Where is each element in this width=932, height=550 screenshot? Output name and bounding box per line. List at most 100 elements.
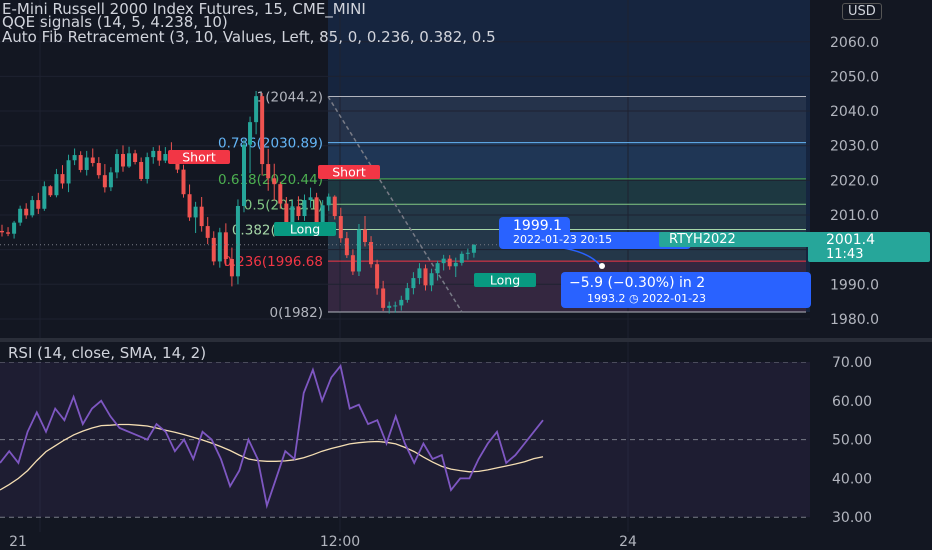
time-tick-label: 21 <box>9 534 27 550</box>
price-tick-label: 1980.0 <box>830 312 879 328</box>
rsi-series <box>0 362 810 518</box>
candle-body <box>66 160 71 184</box>
fib-background <box>328 0 810 313</box>
candle-body <box>411 278 416 289</box>
candle-body <box>36 200 41 209</box>
candle-body <box>465 252 470 254</box>
candle-body <box>229 259 234 277</box>
signal-short-label: Short <box>182 150 216 165</box>
candle-body <box>133 153 138 162</box>
candle-body <box>356 229 361 272</box>
fib-label-0: 0(1982) <box>270 305 323 321</box>
candle-body <box>363 229 367 243</box>
candle-body <box>302 200 307 217</box>
candle-body <box>350 255 355 272</box>
candle-body <box>78 155 83 170</box>
candle-body <box>296 206 301 217</box>
signal-long-label: Long <box>290 222 320 237</box>
candle-body <box>332 196 337 217</box>
fib-band-0.786 <box>328 142 806 179</box>
candle-body <box>441 258 446 264</box>
candle-body <box>260 96 265 165</box>
candle-body <box>96 163 101 176</box>
candle-body <box>193 206 198 218</box>
candle-body <box>308 197 313 201</box>
candle-body <box>205 226 210 238</box>
candle-body <box>272 178 277 185</box>
candle-body <box>459 253 464 263</box>
price-tick-label: 2040.0 <box>830 104 879 120</box>
price-tick-label: 2030.0 <box>830 139 879 155</box>
projection-target-price: 1993.2 <box>587 292 626 305</box>
candle-body <box>217 232 222 262</box>
time-tick-label: 12:00 <box>320 534 360 550</box>
candle-body <box>429 273 434 286</box>
candle-body <box>102 175 107 188</box>
candle-body <box>399 299 404 306</box>
candle-body <box>0 230 4 233</box>
candle-body <box>453 262 458 267</box>
candle-body <box>30 200 35 216</box>
candle-body <box>242 144 246 206</box>
signal-short-label: Short <box>332 165 366 180</box>
candle-body <box>12 222 17 234</box>
candle-body <box>157 150 162 161</box>
bar-countdown: 11:43 <box>826 247 864 262</box>
price-tick-label: 2050.0 <box>830 69 879 85</box>
projection-target-label: 1993.2 ◷ 2022-01-23 <box>561 291 811 308</box>
rsi-legend[interactable]: RSI (14, close, SMA, 14, 2) <box>8 344 206 362</box>
candle-body <box>405 288 410 300</box>
candle-body <box>435 263 440 274</box>
candle-body <box>72 155 77 161</box>
price-tick-label: 2020.0 <box>830 173 879 189</box>
symbol-tag[interactable]: RTYH2022 <box>659 232 811 247</box>
rsi-tick-label: 70.00 <box>832 355 872 371</box>
candle-body <box>417 268 422 279</box>
candle-body <box>48 186 53 196</box>
last-price-tag[interactable]: 2001.4 11:43 <box>808 232 930 262</box>
fib-band-1 <box>328 96 806 143</box>
candle-body <box>393 305 398 307</box>
candle-body <box>163 154 168 161</box>
candle-body <box>375 264 380 289</box>
candle-body <box>387 305 392 308</box>
fib-label-0.786: 0.786(2030.89) <box>218 136 323 152</box>
signal-long-label: Long <box>490 273 520 288</box>
rsi-tick-label: 40.00 <box>832 471 872 487</box>
candle-body <box>54 174 59 196</box>
clock-icon: ◷ <box>629 292 639 305</box>
price-tick-label: 1990.0 <box>830 277 879 293</box>
indicator-fib-legend[interactable]: Auto Fib Retracement (3, 10, Values, Lef… <box>2 29 496 46</box>
rsi-tick-label: 60.00 <box>832 394 872 410</box>
candle-body <box>344 238 349 256</box>
candle-body <box>278 184 283 204</box>
fib-label-0.618: 0.618(2020.44) <box>218 172 323 188</box>
candle-body <box>181 169 186 195</box>
rsi-tick-label: 30.00 <box>832 510 872 526</box>
candle-body <box>108 172 113 188</box>
candle-body <box>471 244 476 253</box>
price-tick-label: 2060.0 <box>830 35 879 51</box>
candle-body <box>254 96 259 123</box>
fib-band-0.618 <box>328 178 806 205</box>
currency-label[interactable]: USD <box>842 3 882 20</box>
candle-body <box>381 288 386 308</box>
candle-body <box>18 208 23 223</box>
projection-end-dot <box>599 263 605 269</box>
candle-body <box>326 196 331 206</box>
candle-body <box>139 161 144 179</box>
projection-change-label: −5.9 (−0.30%) in 2 <box>561 272 811 291</box>
candle-body <box>60 174 65 184</box>
candle-body <box>187 194 192 218</box>
candle-body <box>6 232 11 234</box>
candle-body <box>211 237 216 262</box>
projection-target-time: 2022-01-23 <box>642 292 707 305</box>
candle-body <box>235 205 240 277</box>
candle-body <box>266 164 271 179</box>
price-tick-label: 2010.0 <box>830 208 879 224</box>
time-tick-label: 24 <box>619 534 637 550</box>
candle-body <box>199 206 204 227</box>
candle-body <box>151 150 156 158</box>
candle-body <box>423 268 428 286</box>
candle-body <box>248 122 253 145</box>
